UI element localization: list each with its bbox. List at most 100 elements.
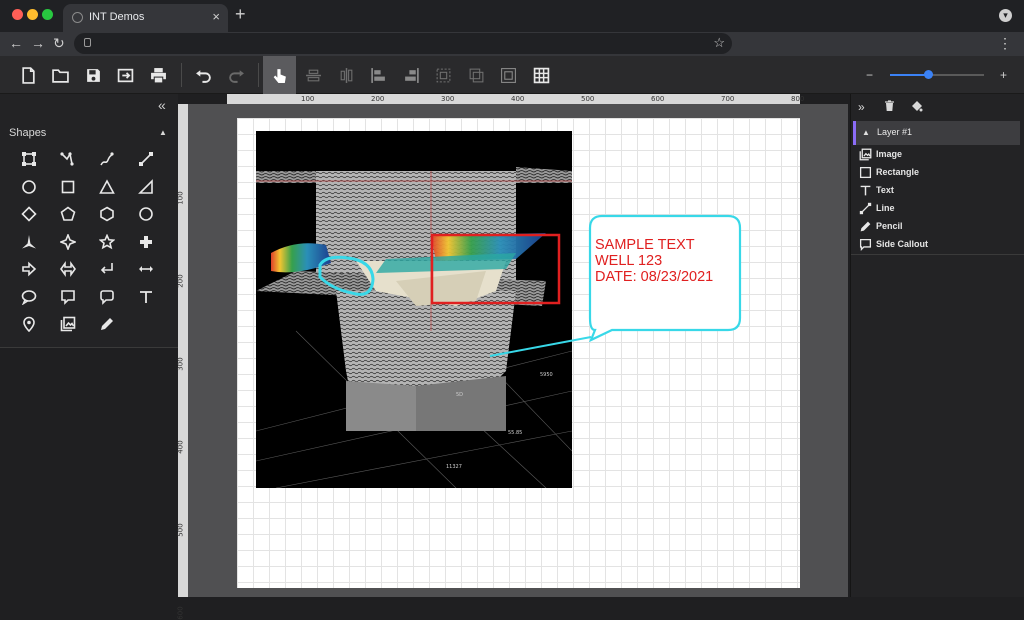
layer-item[interactable]: Rectangle (859, 165, 1019, 181)
expand-panel-icon[interactable]: » (858, 100, 865, 114)
align-left-icon[interactable] (363, 60, 393, 90)
zoom-slider-handle[interactable] (923, 70, 933, 79)
ruler-tick-label: 300 (441, 95, 455, 103)
polygon-select-icon[interactable] (19, 149, 39, 169)
callout-line: WELL 123 (595, 253, 663, 269)
layer-item-label: Rectangle (876, 167, 920, 177)
tab-close-icon[interactable]: × (212, 9, 220, 24)
address-bar[interactable]: ☆ (74, 33, 732, 54)
rectangle-icon (859, 166, 872, 179)
zoom-slider[interactable] (890, 70, 984, 79)
pentagon-icon[interactable] (58, 204, 78, 224)
back-icon[interactable]: ← (9, 35, 23, 51)
toolbar-divider (258, 63, 259, 87)
undo-icon[interactable] (188, 60, 218, 90)
cross-icon[interactable] (136, 232, 156, 252)
new-tab-button[interactable]: + (235, 4, 246, 25)
layer-item[interactable]: Side Callout (859, 237, 1019, 253)
return-arrow-icon[interactable] (97, 259, 117, 279)
close-window-button[interactable] (12, 9, 23, 20)
diamond-icon[interactable] (19, 204, 39, 224)
grid-icon[interactable] (526, 60, 556, 90)
side-callout-shape[interactable] (470, 210, 770, 370)
maximize-window-button[interactable] (42, 9, 53, 20)
minimize-window-button[interactable] (27, 9, 38, 20)
print-icon[interactable] (143, 60, 173, 90)
ruler-tick-label: 600 (651, 95, 665, 103)
forward-icon[interactable]: → (31, 35, 45, 51)
ruler-tick-label: 700 (721, 95, 735, 103)
new-file-icon[interactable] (13, 60, 43, 90)
redo-icon[interactable] (221, 60, 251, 90)
circle-outline-icon[interactable] (136, 204, 156, 224)
collapse-panel-icon[interactable]: « (158, 97, 166, 113)
reload-icon[interactable]: ↻ (53, 35, 65, 52)
caret-up-icon[interactable]: ▲ (862, 128, 870, 137)
ruler-tick-label: 600 (176, 606, 185, 620)
hexagon-icon[interactable] (97, 204, 117, 224)
bookmark-star-icon[interactable]: ☆ (713, 35, 725, 51)
image-icon[interactable] (58, 314, 78, 334)
tab-title: INT Demos (89, 11, 145, 23)
zoom-in-button[interactable]: + (1000, 68, 1007, 82)
double-arrow-icon[interactable] (58, 259, 78, 279)
layer-item[interactable]: Text (859, 183, 1019, 199)
caret-up-icon[interactable]: ▲ (159, 128, 167, 137)
fit-icon[interactable] (493, 60, 523, 90)
circle-icon[interactable] (19, 177, 39, 197)
ruler-tick-label: 800 (791, 95, 805, 103)
ruler-tick-label: 100 (301, 95, 315, 103)
layer-item[interactable]: Line (859, 201, 1019, 217)
oval-callout-icon[interactable] (19, 287, 39, 307)
pin-icon[interactable] (19, 314, 39, 334)
align-right-icon[interactable] (396, 60, 426, 90)
callout-line: DATE: 08/23/2021 (595, 269, 714, 285)
zoom-slider-fill (890, 74, 928, 76)
group-icon[interactable] (428, 60, 458, 90)
callout-icon (859, 238, 872, 251)
app-toolbar: − + (0, 56, 1024, 94)
layer-item-label: Side Callout (876, 239, 929, 249)
three-point-star-icon[interactable] (19, 232, 39, 252)
arrow-right-icon[interactable] (19, 259, 39, 279)
browser-tab[interactable]: INT Demos × (63, 4, 228, 32)
five-point-star-icon[interactable] (97, 232, 117, 252)
triangle-icon[interactable] (97, 177, 117, 197)
layer-row[interactable]: ▲ Layer #1 (853, 121, 1020, 145)
horizontal-ruler: 100 200 300 400 500 600 700 800 (227, 94, 804, 104)
ruler-tick-label: 200 (371, 95, 385, 103)
align-vertical-icon[interactable] (331, 60, 361, 90)
ruler-tick-label: 400 (511, 95, 525, 103)
seismic-label: 5950 (540, 372, 553, 378)
trash-icon[interactable] (884, 100, 895, 115)
round-callout-icon[interactable] (97, 287, 117, 307)
line-icon (859, 202, 872, 215)
ruler-tick-label: 500 (581, 95, 595, 103)
text-icon[interactable] (136, 287, 156, 307)
right-triangle-icon[interactable] (136, 177, 156, 197)
seismic-label: 55.85 (508, 430, 522, 436)
pencil-icon[interactable] (97, 314, 117, 334)
line-icon[interactable] (136, 149, 156, 169)
export-icon[interactable] (110, 60, 140, 90)
open-folder-icon[interactable] (45, 60, 75, 90)
align-horizontal-icon[interactable] (298, 60, 328, 90)
four-point-star-icon[interactable] (58, 232, 78, 252)
callout-text[interactable]: SAMPLE TEXT WELL 123 DATE: 08/23/2021 (595, 237, 713, 285)
polyline-icon[interactable] (58, 149, 78, 169)
ungroup-icon[interactable] (461, 60, 491, 90)
save-icon[interactable] (78, 60, 108, 90)
layer-paint-icon[interactable] (911, 100, 923, 115)
layer-item[interactable]: Image (859, 147, 1019, 163)
tab-search-icon[interactable]: ▾ (999, 9, 1012, 22)
pointer-icon[interactable] (263, 56, 296, 94)
double-headed-line-icon[interactable] (136, 259, 156, 279)
rect-callout-icon[interactable] (58, 287, 78, 307)
layer-item-label: Line (876, 203, 895, 213)
layer-item[interactable]: Pencil (859, 219, 1019, 235)
freehand-icon[interactable] (97, 149, 117, 169)
browser-navbar: ← → ↻ ☆ ⋮ (0, 32, 1024, 56)
square-icon[interactable] (58, 177, 78, 197)
browser-menu-icon[interactable]: ⋮ (998, 35, 1012, 52)
zoom-out-button[interactable]: − (866, 68, 873, 82)
